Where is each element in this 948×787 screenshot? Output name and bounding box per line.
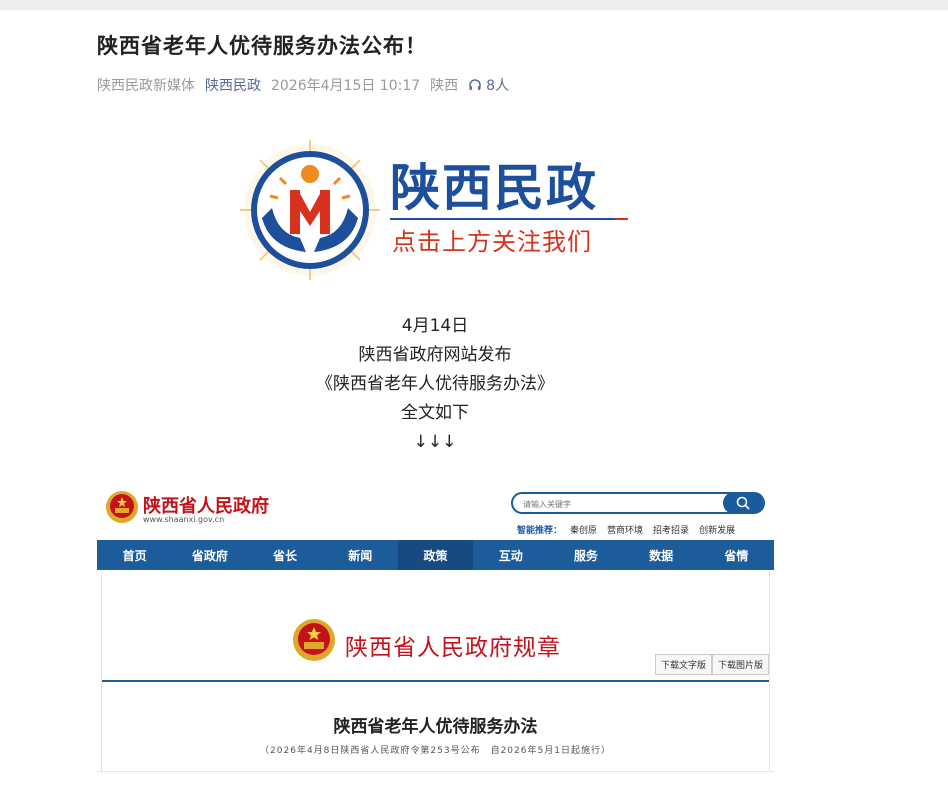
gov-search-input[interactable] — [521, 496, 725, 512]
down-arrows: ↓↓↓ — [413, 432, 457, 452]
gov-search-button[interactable] — [723, 492, 763, 514]
hot-link[interactable]: 招考招录 — [653, 523, 689, 536]
hot-link[interactable]: 创新发展 — [699, 523, 735, 536]
gov-search-box[interactable] — [511, 492, 765, 514]
intro-line: 4月14日 — [401, 316, 469, 336]
search-icon — [736, 496, 750, 510]
national-emblem-icon — [293, 619, 335, 661]
content-bottom-divider — [97, 771, 774, 772]
download-image-button[interactable]: 下载图片版 — [712, 654, 770, 675]
gov-divider — [102, 680, 769, 682]
gov-section-title: 陕西省人民政府规章 — [345, 635, 561, 661]
listen-count[interactable]: 8人 — [468, 75, 519, 95]
brand-divider — [390, 218, 615, 220]
gov-nav-governor[interactable]: 省长 — [247, 540, 322, 570]
headphones-icon — [469, 79, 481, 90]
gov-doc-subtitle: （2026年4月8日陕西省人民政府令第253号公布 自2026年5月1日起施行） — [260, 746, 611, 756]
article-title: 陕西省老年人优待服务办法公布！ — [97, 34, 427, 58]
article-meta: 陕西民政新媒体 陕西民政 2026年4月15日 10:17 陕西 8人 — [97, 75, 529, 95]
brand-divider-accent — [615, 218, 628, 220]
listen-count-text: 8人 — [486, 78, 510, 94]
download-text-button[interactable]: 下载文字版 — [655, 654, 713, 675]
top-bar — [0, 0, 948, 10]
national-emblem-icon — [106, 491, 138, 523]
meta-author-link[interactable]: 陕西民政 — [205, 75, 261, 95]
civil-affairs-logo-icon — [240, 140, 380, 280]
gov-nav-provincial-gov[interactable]: 省政府 — [172, 540, 247, 570]
hot-label: 智能推荐： — [517, 526, 563, 536]
intro-line: 《陕西省老年人优待服务办法》 — [316, 374, 554, 394]
intro-text: 4月14日 陕西省政府网站发布 《陕西省老年人优待服务办法》 全文如下 ↓↓↓ — [97, 312, 773, 457]
meta-datetime: 2026年4月15日 10:17 — [271, 78, 421, 94]
hot-link[interactable]: 秦创原 — [570, 523, 597, 536]
gov-doc-title: 陕西省老年人优待服务办法 — [333, 717, 538, 737]
gov-nav-bar: 首页 省政府 省长 新闻 政策 互动 服务 数据 省情 — [97, 540, 774, 570]
gov-site-url: www.shaanxi.gov.cn — [143, 515, 225, 524]
meta-location: 陕西 — [430, 78, 459, 94]
hot-link[interactable]: 营商环境 — [607, 523, 643, 536]
gov-site-screenshot: 陕西省人民政府 www.shaanxi.gov.cn 智能推荐： 秦创原 营商环… — [97, 478, 774, 772]
gov-nav-services[interactable]: 服务 — [548, 540, 623, 570]
brand-slogan: 点击上方关注我们 — [392, 228, 592, 256]
gov-hot-links: 智能推荐： 秦创原 营商环境 招考招录 创新发展 — [517, 523, 745, 536]
intro-line: 全文如下 — [401, 403, 469, 423]
meta-source: 陕西民政新媒体 — [97, 78, 195, 94]
gov-nav-province-info[interactable]: 省情 — [699, 540, 774, 570]
gov-nav-news[interactable]: 新闻 — [323, 540, 398, 570]
brand-banner[interactable]: 陕西民政 点击上方关注我们 — [230, 130, 640, 290]
gov-header: 陕西省人民政府 www.shaanxi.gov.cn 智能推荐： 秦创原 营商环… — [97, 478, 774, 540]
gov-content: 陕西省人民政府规章 下载文字版 下载图片版 陕西省老年人优待服务办法 （2026… — [101, 572, 770, 772]
gov-nav-interaction[interactable]: 互动 — [473, 540, 548, 570]
brand-name: 陕西民政 — [390, 159, 598, 217]
intro-line: 陕西省政府网站发布 — [358, 345, 512, 365]
gov-nav-policy[interactable]: 政策 — [397, 540, 474, 570]
gov-nav-data[interactable]: 数据 — [624, 540, 699, 570]
gov-nav-home[interactable]: 首页 — [97, 540, 172, 570]
